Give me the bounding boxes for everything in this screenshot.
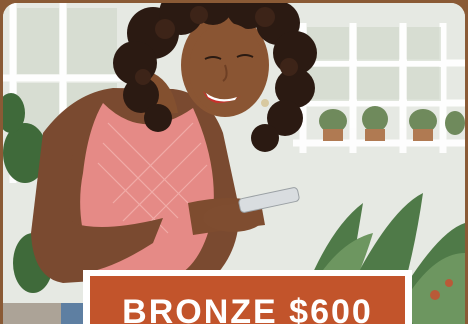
price-banner-inner: BRONZE $600 bbox=[90, 276, 405, 324]
promo-card: BRONZE $600 bbox=[0, 0, 468, 324]
price-label: BRONZE $600 bbox=[122, 293, 373, 324]
price-banner: BRONZE $600 bbox=[83, 270, 412, 324]
